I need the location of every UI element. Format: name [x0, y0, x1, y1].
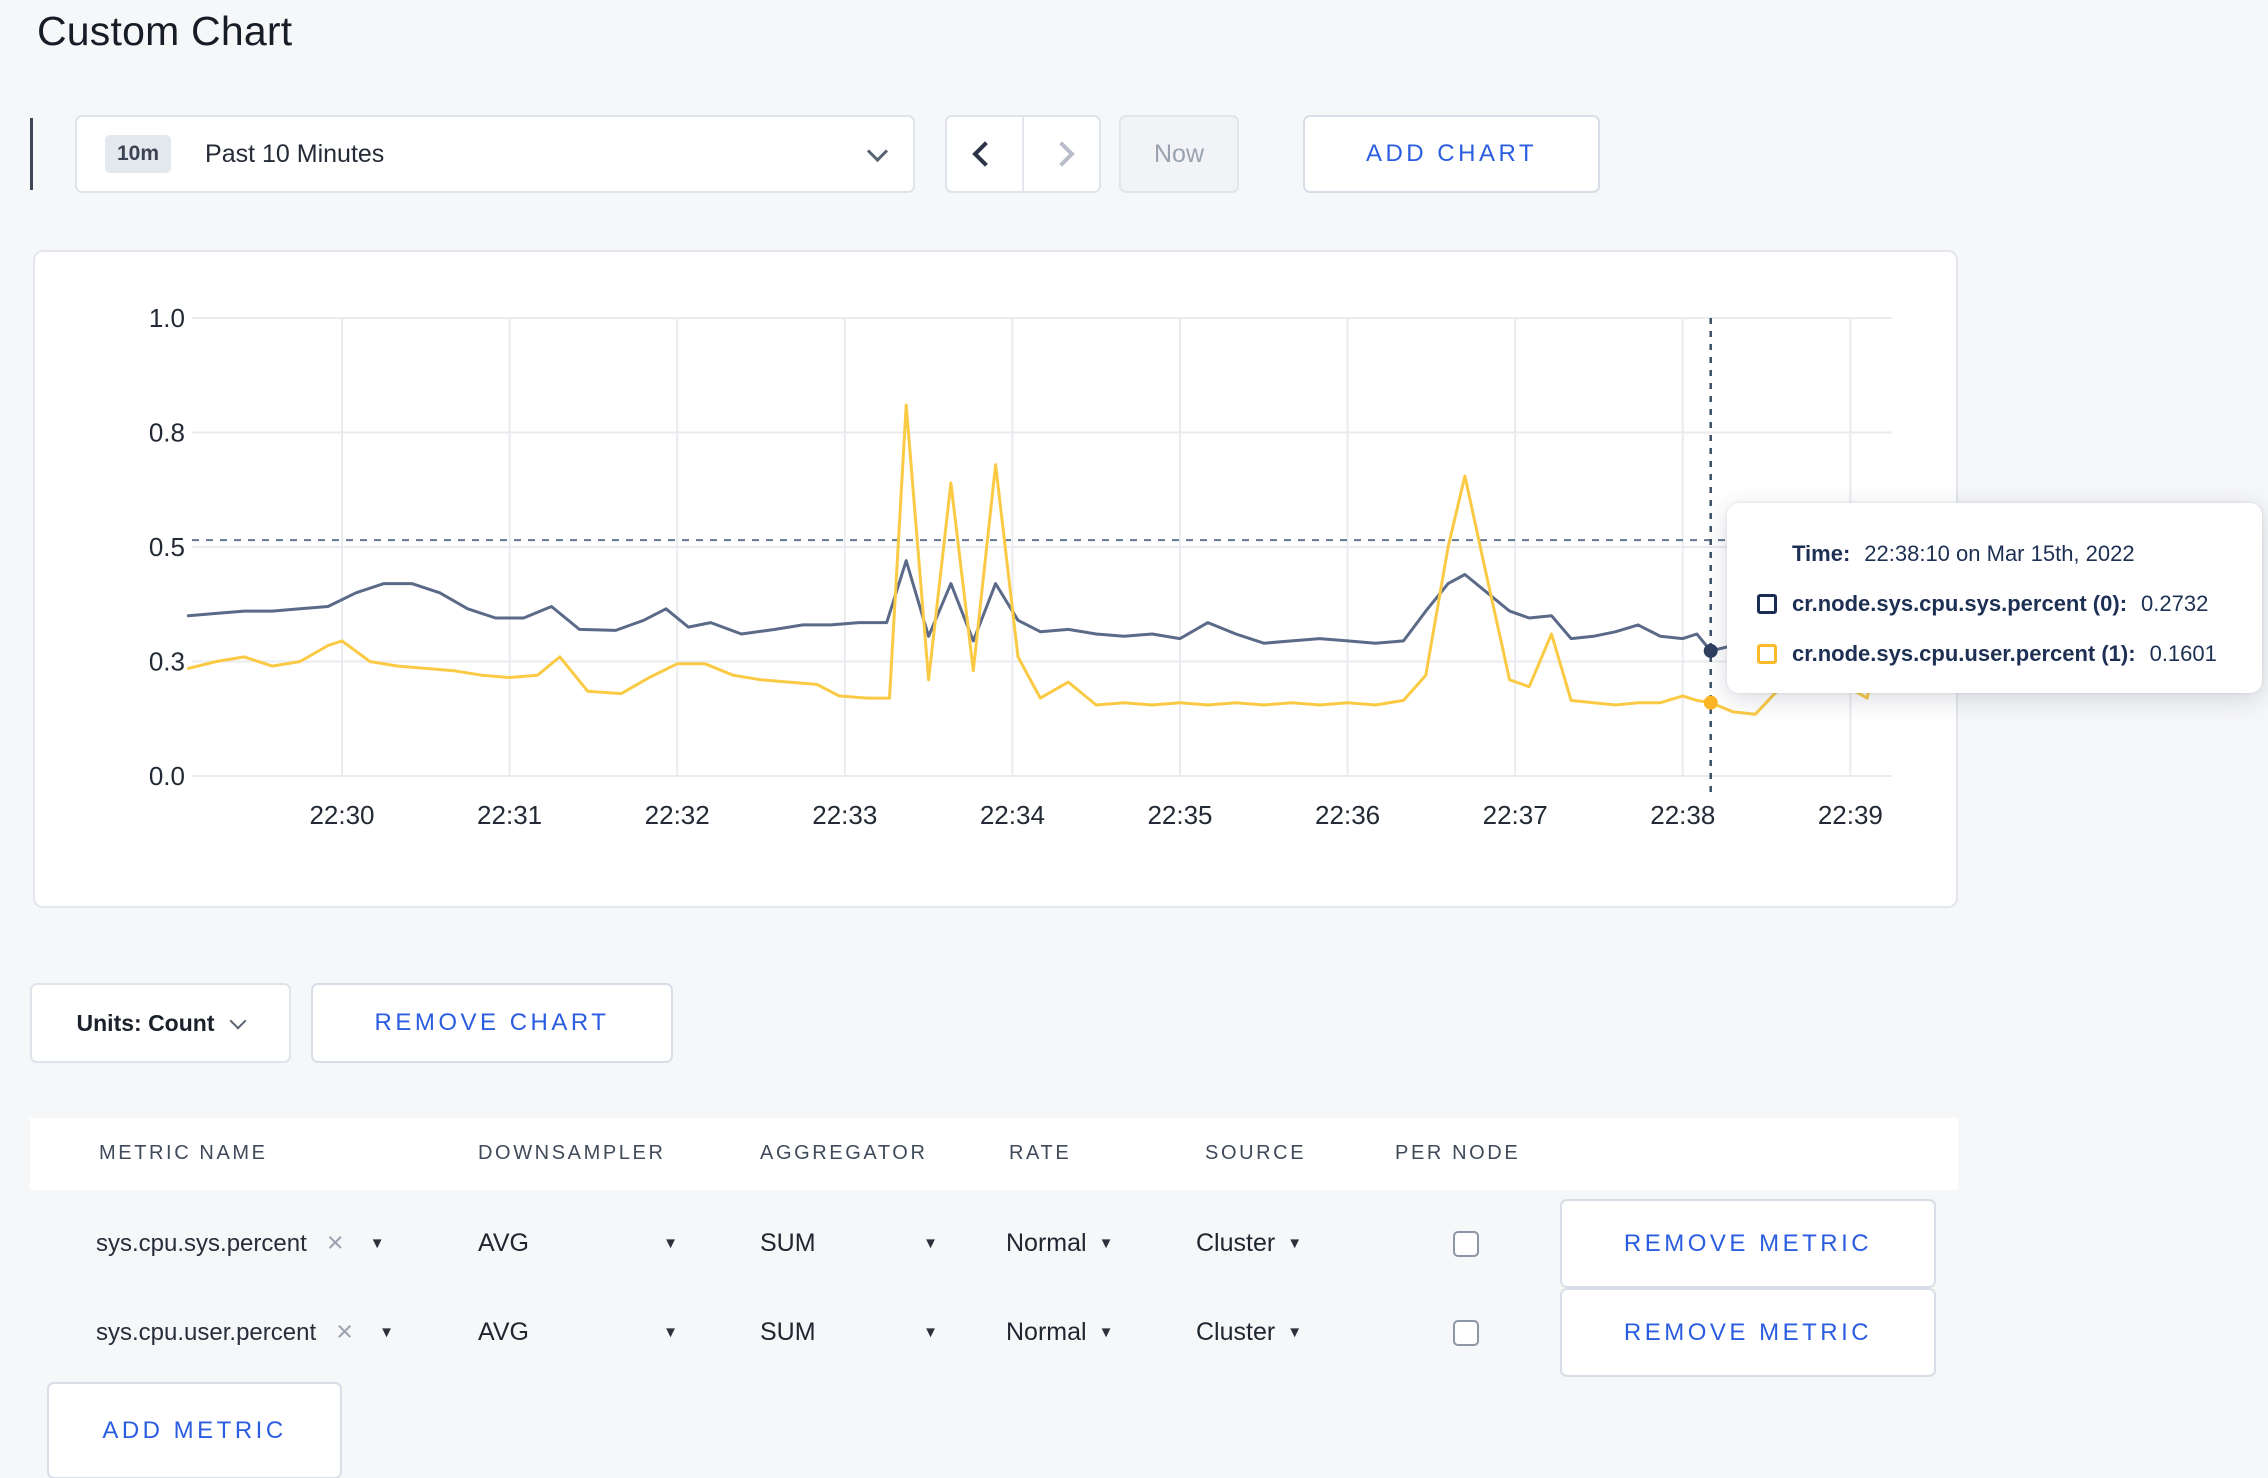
remove-metric-name-icon[interactable]: × — [327, 1229, 344, 1258]
downsampler-select[interactable]: AVG ▼ — [478, 1288, 678, 1377]
toolbar-left-divider — [30, 118, 33, 190]
caret-down-icon: ▼ — [923, 1235, 938, 1252]
tooltip-series-sys-value: 0.2732 — [2141, 591, 2209, 616]
chevron-down-icon — [866, 140, 889, 162]
caret-down-icon: ▼ — [663, 1235, 678, 1252]
remove-metric-button[interactable]: REMOVE METRIC — [1560, 1199, 1936, 1288]
caret-down-icon: ▼ — [1287, 1324, 1303, 1341]
remove-chart-button[interactable]: REMOVE CHART — [311, 983, 673, 1063]
add-chart-button[interactable]: ADD CHART — [1303, 115, 1600, 193]
add-metric-button[interactable]: ADD METRIC — [47, 1382, 342, 1478]
now-button[interactable]: Now — [1119, 115, 1239, 193]
tooltip-time-label: Time: — [1792, 541, 1851, 566]
metric-name-select[interactable]: sys.cpu.user.percent × ▼ — [96, 1288, 394, 1377]
source-select[interactable]: Cluster ▼ — [1196, 1288, 1302, 1377]
svg-text:22:39: 22:39 — [1818, 800, 1883, 830]
metrics-table-header: METRIC NAME DOWNSAMPLER AGGREGATOR RATE SOUR… — [30, 1118, 1958, 1190]
caret-down-icon: ▼ — [1098, 1235, 1114, 1252]
svg-text:22:36: 22:36 — [1315, 800, 1380, 830]
tooltip-series-user-label: cr.node.sys.cpu.user.percent (1): — [1792, 641, 2136, 666]
downsampler-select[interactable]: AVG ▼ — [478, 1199, 678, 1288]
rate-select[interactable]: Normal ▼ — [1006, 1288, 1113, 1377]
svg-text:22:35: 22:35 — [1147, 800, 1212, 830]
chart-card: 0.0 0.3 0.5 0.8 1.0 22:30 22:31 22:32 22:33 22:34… — [33, 250, 1958, 908]
chart-svg[interactable]: 0.0 0.3 0.5 0.8 1.0 22:30 22:31 22:32 22:33 22:34… — [35, 252, 1960, 910]
toolbar: 10m Past 10 Minutes Now ADD CHART — [0, 115, 2268, 193]
time-range-select[interactable]: 10m Past 10 Minutes — [75, 115, 915, 193]
column-header-metric-name: METRIC NAME — [99, 1142, 268, 1164]
rate-select[interactable]: Normal ▼ — [1006, 1199, 1113, 1288]
column-header-rate: RATE — [1009, 1142, 1072, 1164]
column-header-per-node: PER NODE — [1395, 1142, 1521, 1164]
aggregator-select[interactable]: SUM ▼ — [760, 1199, 938, 1288]
downsampler-value: AVG — [478, 1229, 529, 1257]
tooltip-time-value: 22:38:10 on Mar 15th, 2022 — [1864, 541, 2135, 566]
chevron-right-icon — [1048, 141, 1075, 167]
prev-time-button[interactable] — [947, 117, 1022, 191]
caret-down-icon: ▼ — [663, 1324, 678, 1341]
source-value: Cluster — [1196, 1318, 1276, 1346]
per-node-checkbox[interactable] — [1453, 1230, 1479, 1257]
tooltip-series-sys-label: cr.node.sys.cpu.sys.percent (0): — [1792, 591, 2128, 616]
rate-value: Normal — [1006, 1318, 1087, 1346]
svg-text:22:33: 22:33 — [812, 800, 877, 830]
metric-name-select[interactable]: sys.cpu.sys.percent × ▼ — [96, 1199, 385, 1288]
svg-text:22:38: 22:38 — [1650, 800, 1715, 830]
per-node-checkbox[interactable] — [1453, 1319, 1479, 1346]
metric-name-label: sys.cpu.sys.percent — [96, 1229, 307, 1257]
chevron-left-icon — [971, 141, 998, 167]
svg-text:22:30: 22:30 — [309, 800, 374, 830]
time-range-badge: 10m — [105, 135, 172, 173]
chevron-down-icon — [229, 1012, 247, 1029]
source-value: Cluster — [1196, 1229, 1276, 1257]
time-range-label: Past 10 Minutes — [205, 139, 385, 168]
caret-down-icon: ▼ — [1098, 1324, 1114, 1341]
remove-metric-name-icon[interactable]: × — [336, 1318, 353, 1347]
column-header-aggregator: AGGREGATOR — [760, 1142, 928, 1164]
svg-text:0.3: 0.3 — [149, 647, 185, 677]
metric-name-label: sys.cpu.user.percent — [96, 1318, 317, 1346]
caret-down-icon: ▼ — [369, 1235, 385, 1252]
svg-text:0.8: 0.8 — [149, 418, 185, 448]
chart-tooltip: Time: 22:38:10 on Mar 15th, 2022 cr.node… — [1727, 503, 2262, 693]
aggregator-select[interactable]: SUM ▼ — [760, 1288, 938, 1377]
next-time-button[interactable] — [1022, 117, 1099, 191]
table-row: sys.cpu.sys.percent × ▼ AVG ▼ SUM ▼ Norm… — [30, 1199, 1958, 1288]
tooltip-series-user-value: 0.1601 — [2149, 641, 2217, 666]
svg-text:22:32: 22:32 — [645, 800, 710, 830]
column-header-downsampler: DOWNSAMPLER — [478, 1142, 666, 1164]
per-node-cell — [1453, 1199, 1479, 1288]
caret-down-icon: ▼ — [923, 1324, 938, 1341]
svg-text:22:31: 22:31 — [477, 800, 542, 830]
svg-text:0.5: 0.5 — [149, 532, 185, 562]
time-pager — [945, 115, 1101, 193]
series-sys-swatch-icon — [1757, 594, 1777, 614]
downsampler-value: AVG — [478, 1318, 529, 1346]
caret-down-icon: ▼ — [379, 1324, 394, 1341]
rate-value: Normal — [1006, 1229, 1087, 1257]
series-user-swatch-icon — [1757, 644, 1777, 664]
svg-text:22:37: 22:37 — [1483, 800, 1548, 830]
per-node-cell — [1453, 1288, 1479, 1377]
aggregator-value: SUM — [760, 1229, 816, 1257]
units-select[interactable]: Units: Count — [30, 983, 291, 1063]
svg-text:22:34: 22:34 — [980, 800, 1045, 830]
caret-down-icon: ▼ — [1287, 1235, 1303, 1252]
page-title: Custom Chart — [37, 8, 293, 54]
table-row: sys.cpu.user.percent × ▼ AVG ▼ SUM ▼ Nor… — [30, 1288, 1958, 1377]
column-header-source: SOURCE — [1205, 1142, 1307, 1164]
units-label: Units: Count — [76, 1009, 215, 1036]
source-select[interactable]: Cluster ▼ — [1196, 1199, 1302, 1288]
svg-text:1.0: 1.0 — [149, 303, 185, 333]
remove-metric-button[interactable]: REMOVE METRIC — [1560, 1288, 1936, 1377]
svg-text:0.0: 0.0 — [149, 761, 185, 791]
aggregator-value: SUM — [760, 1318, 816, 1346]
